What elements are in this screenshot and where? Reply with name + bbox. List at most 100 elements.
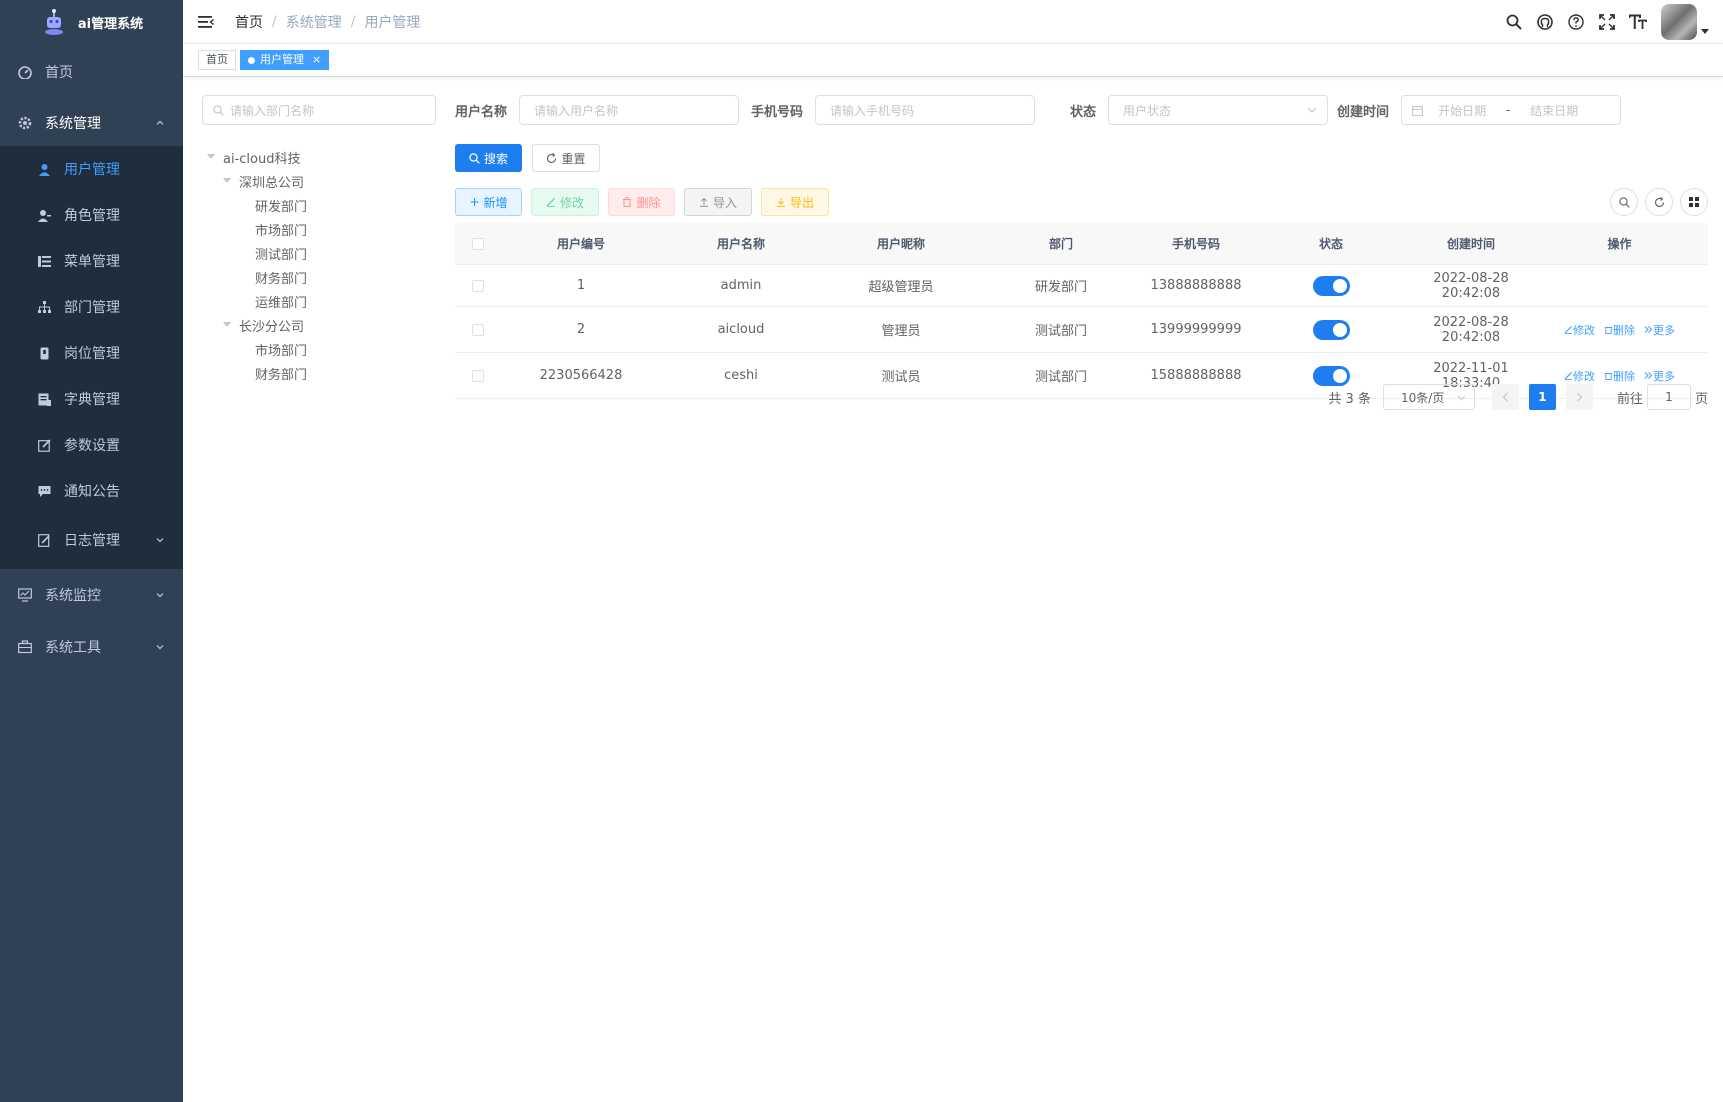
col-username[interactable]: 用户名称 xyxy=(661,235,821,252)
question-icon[interactable] xyxy=(1560,0,1591,44)
logo[interactable]: ai管理系统 xyxy=(0,0,183,44)
font-size-icon[interactable] xyxy=(1622,0,1653,44)
caret-down-icon[interactable] xyxy=(221,319,233,331)
sidebar-item-system[interactable]: 系统管理 xyxy=(0,100,183,146)
sidebar-item-notice[interactable]: 通知公告 xyxy=(0,468,183,514)
select-all-checkbox[interactable] xyxy=(472,237,484,250)
caret-down-icon[interactable] xyxy=(1701,0,1711,44)
row-more-button[interactable]: 更多 xyxy=(1644,368,1675,384)
breadcrumb-home[interactable]: 首页 xyxy=(235,12,263,32)
sidebar-item-home[interactable]: 首页 xyxy=(0,44,183,100)
row-edit-button[interactable]: 修改 xyxy=(1564,322,1595,338)
username-input[interactable]: 请输入用户名称 xyxy=(519,95,740,125)
edit-icon xyxy=(546,197,556,207)
reset-button[interactable]: 重置 xyxy=(532,144,600,172)
col-dept[interactable]: 部门 xyxy=(981,235,1141,252)
row-delete-button[interactable]: 删除 xyxy=(1604,322,1635,338)
tree-node-label: 财务部门 xyxy=(255,271,308,287)
goto-page-input[interactable]: 1 xyxy=(1646,384,1691,410)
cell-username: ceshi xyxy=(724,368,758,383)
tag-user-management[interactable]: 用户管理 × xyxy=(240,50,330,70)
col-status[interactable]: 状态 xyxy=(1251,235,1411,252)
chevron-left-icon xyxy=(1502,392,1508,402)
tree-node[interactable]: 深圳总公司 xyxy=(205,169,445,193)
col-user-id[interactable]: 用户编号 xyxy=(501,235,661,252)
refresh-button[interactable] xyxy=(1645,188,1673,216)
add-button[interactable]: + 新增 xyxy=(455,188,522,216)
dict-icon xyxy=(36,391,52,407)
sidebar-item-menu[interactable]: 菜单管理 xyxy=(0,238,183,284)
col-created[interactable]: 创建时间 xyxy=(1411,235,1531,252)
sidebar-item-tool[interactable]: 系统工具 xyxy=(0,621,183,673)
date-range-picker[interactable]: 开始日期 - 结束日期 xyxy=(1401,95,1622,125)
tree-node[interactable]: 市场部门 xyxy=(205,217,445,241)
row-checkbox[interactable] xyxy=(472,279,484,292)
close-icon[interactable]: × xyxy=(312,51,321,69)
hamburger-icon[interactable] xyxy=(186,0,226,44)
row-more-button[interactable]: 更多 xyxy=(1644,322,1675,338)
chevron-right-icon xyxy=(1577,392,1583,402)
page-number-current[interactable]: 1 xyxy=(1528,384,1556,410)
columns-button[interactable] xyxy=(1680,188,1708,216)
tree-node-label: 研发部门 xyxy=(255,199,308,215)
sidebar-item-dept[interactable]: 部门管理 xyxy=(0,284,183,330)
tree-node[interactable]: 市场部门 xyxy=(205,337,445,361)
delete-button[interactable]: 删除 xyxy=(608,188,675,216)
search-icon[interactable] xyxy=(1498,0,1529,44)
tree-node[interactable]: ai-cloud科技 xyxy=(205,145,445,169)
toggle-search-button[interactable] xyxy=(1610,188,1638,216)
next-page-button[interactable] xyxy=(1565,384,1593,410)
chevron-down-icon xyxy=(156,645,164,650)
sidebar-item-dict[interactable]: 字典管理 xyxy=(0,376,183,422)
status-switch[interactable] xyxy=(1312,275,1350,296)
row-checkbox[interactable] xyxy=(472,323,484,336)
active-dot-icon xyxy=(248,56,255,64)
dept-search-input[interactable]: 请输入部门名称 xyxy=(202,95,436,125)
tree-node[interactable]: 测试部门 xyxy=(205,241,445,265)
export-button[interactable]: 导出 xyxy=(761,188,829,216)
page-size-select[interactable]: 10条/页 xyxy=(1382,384,1475,410)
navbar: 首页 / 系统管理 / 用户管理 xyxy=(183,0,1723,44)
col-nickname[interactable]: 用户昵称 xyxy=(821,235,981,252)
tree-node[interactable]: 运维部门 xyxy=(205,289,445,313)
page-suffix: 页 xyxy=(1694,391,1708,407)
edit-button[interactable]: 修改 xyxy=(531,188,599,216)
row-edit-label: 修改 xyxy=(1573,323,1595,337)
sidebar-item-config[interactable]: 参数设置 xyxy=(0,422,183,468)
avatar[interactable] xyxy=(1661,4,1697,40)
tree-node[interactable]: 财务部门 xyxy=(205,265,445,289)
import-button[interactable]: 导入 xyxy=(684,188,752,216)
search-button[interactable]: 搜索 xyxy=(455,144,522,172)
tree-node[interactable]: 研发部门 xyxy=(205,193,445,217)
chevron-down-icon xyxy=(156,538,164,543)
github-icon[interactable] xyxy=(1529,0,1560,44)
sidebar-item-user[interactable]: 用户管理 xyxy=(0,146,183,192)
sidebar-item-log[interactable]: 日志管理 xyxy=(0,514,183,566)
status-switch[interactable] xyxy=(1312,319,1350,340)
status-switch[interactable] xyxy=(1312,365,1350,386)
status-select[interactable]: 用户状态 xyxy=(1108,95,1329,125)
phone-label: 手机号码 xyxy=(751,104,804,120)
row-delete-button[interactable]: 删除 xyxy=(1604,368,1635,384)
tag-home[interactable]: 首页 xyxy=(198,50,236,70)
row-select-cell xyxy=(455,369,501,382)
table-row[interactable]: 2 aicloud 管理员 测试部门 13999999999 2022-08-28 20:… xyxy=(455,307,1708,353)
prev-page-button[interactable] xyxy=(1491,384,1519,410)
caret-down-icon[interactable] xyxy=(221,175,233,187)
fullscreen-icon[interactable] xyxy=(1591,0,1622,44)
row-checkbox[interactable] xyxy=(472,369,484,382)
phone-input[interactable]: 请输入手机号码 xyxy=(815,95,1036,125)
breadcrumb: 首页 / 系统管理 / 用户管理 xyxy=(235,12,420,32)
tree-node[interactable]: 长沙分公司 xyxy=(205,313,445,337)
row-select-cell xyxy=(455,279,501,292)
sidebar-item-monitor[interactable]: 系统监控 xyxy=(0,569,183,621)
row-edit-button[interactable]: 修改 xyxy=(1564,368,1595,384)
col-phone[interactable]: 手机号码 xyxy=(1141,235,1251,252)
table-row[interactable]: 1 admin 超级管理员 研发部门 13888888888 2022-08-28 20:… xyxy=(455,265,1708,307)
sidebar-item-post[interactable]: 岗位管理 xyxy=(0,330,183,376)
sidebar-item-label: 日志管理 xyxy=(64,533,120,549)
caret-down-icon[interactable] xyxy=(205,151,217,163)
sidebar-item-role[interactable]: 角色管理 xyxy=(0,192,183,238)
tree-node[interactable]: 财务部门 xyxy=(205,361,445,385)
